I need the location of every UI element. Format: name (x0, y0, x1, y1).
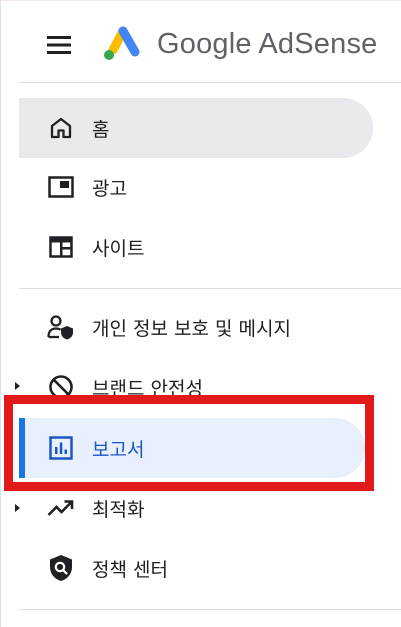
bottom-divider (19, 609, 401, 610)
trending-up-icon (47, 494, 75, 522)
sites-icon (47, 233, 75, 261)
nav-item-policy-center[interactable]: 정책 센터 (19, 538, 373, 598)
section-divider (19, 288, 401, 289)
privacy-messaging-icon (47, 313, 75, 341)
header-divider (19, 82, 401, 83)
adsense-sidebar: Google AdSense 홈 광고 사이트 개인 정보 보호 및 메시지 브… (0, 0, 401, 627)
home-icon (47, 114, 75, 142)
nav-item-label: 보고서 (92, 438, 145, 461)
nav-item-label: 정책 센터 (92, 558, 168, 581)
current-page-indicator (19, 418, 25, 478)
block-icon (47, 373, 75, 401)
nav-item-sites[interactable]: 사이트 (19, 217, 373, 277)
nav-item-label: 홈 (92, 118, 110, 141)
menu-icon (47, 36, 71, 54)
nav-item-label: 사이트 (92, 237, 145, 260)
brand-name: Google AdSense (157, 28, 378, 60)
nav-item-label: 브랜드 안전성 (92, 377, 203, 400)
menu-button[interactable] (41, 30, 77, 60)
nav-item-label: 최적화 (92, 498, 145, 521)
reports-icon (47, 434, 75, 462)
nav-item-reports[interactable]: 보고서 (19, 418, 365, 478)
ads-icon (47, 173, 75, 201)
nav-item-brand-safety[interactable]: 브랜드 안전성 (19, 357, 373, 417)
nav-item-label: 광고 (92, 177, 127, 200)
adsense-logo-icon (104, 26, 140, 60)
policy-shield-icon (47, 554, 75, 582)
top-border (1, 0, 401, 1)
nav-item-privacy-messaging[interactable]: 개인 정보 보호 및 메시지 (19, 297, 373, 357)
nav-item-optimization[interactable]: 최적화 (19, 478, 373, 538)
nav-item-ads[interactable]: 광고 (19, 157, 373, 217)
nav-item-home[interactable]: 홈 (19, 98, 373, 158)
sidebar-header: Google AdSense (1, 4, 401, 82)
nav-item-label: 개인 정보 보호 및 메시지 (92, 317, 291, 340)
